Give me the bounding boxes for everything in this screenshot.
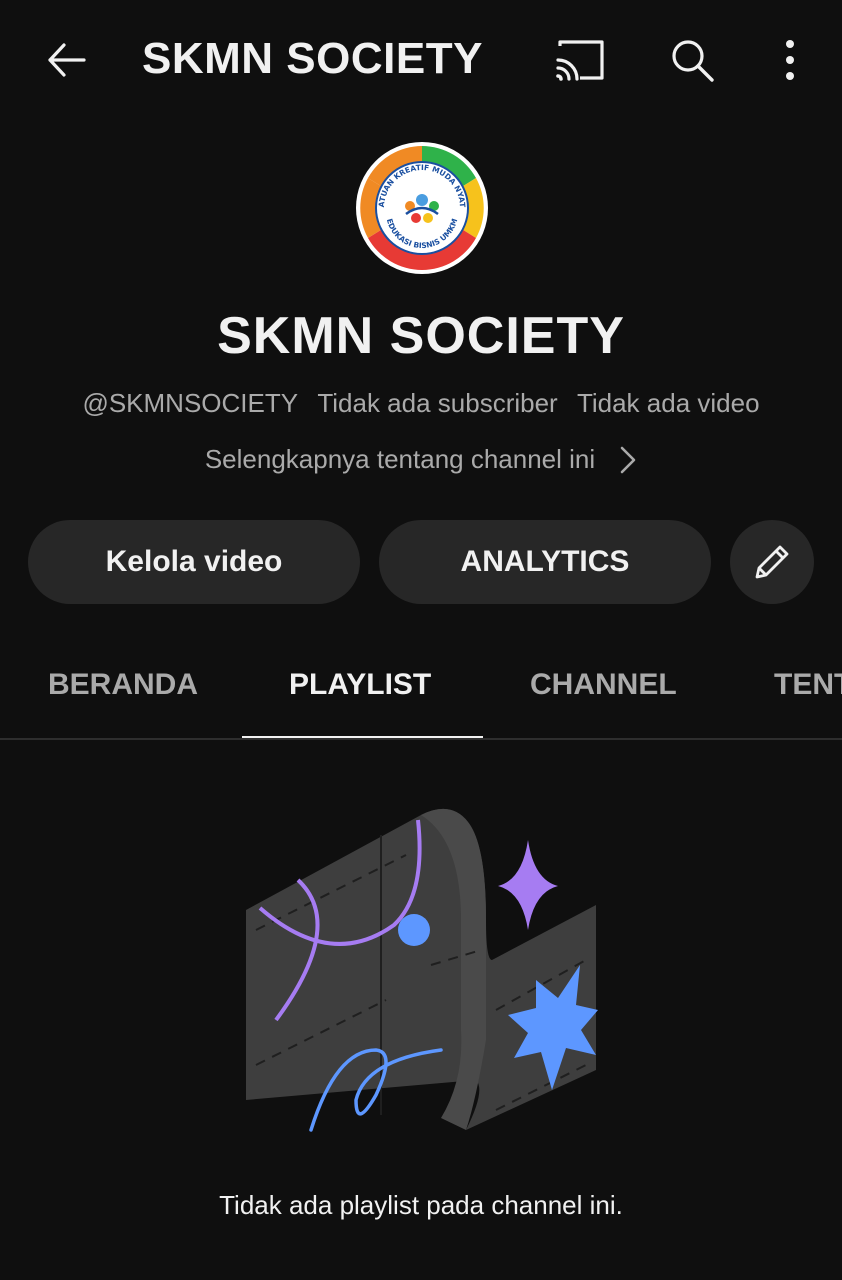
subscriber-count: Tidak ada subscriber bbox=[317, 388, 558, 418]
channel-avatar[interactable]: SATUAN KREATIF MUDA NYATA EDUKASI BISNIS… bbox=[356, 142, 488, 274]
empty-playlist-illustration bbox=[236, 800, 606, 1140]
page-title: SKMN SOCIETY bbox=[142, 34, 483, 83]
arrow-back-icon[interactable] bbox=[36, 30, 96, 90]
tab-channel[interactable]: CHANNEL bbox=[530, 668, 677, 702]
chevron-right-icon bbox=[619, 445, 637, 475]
about-channel-link[interactable]: Selengkapnya tentang channel ini bbox=[0, 444, 842, 475]
tab-tentang[interactable]: TENT bbox=[774, 668, 842, 702]
channel-handle: @SKMNSOCIETY bbox=[82, 388, 299, 418]
more-vert-icon[interactable] bbox=[760, 30, 820, 90]
about-channel-label: Selengkapnya tentang channel ini bbox=[204, 444, 596, 474]
top-app-bar: SKMN SOCIETY bbox=[0, 0, 842, 120]
search-icon[interactable] bbox=[662, 30, 722, 90]
channel-tabs: BERANDA PLAYLIST CHANNEL TENT bbox=[0, 640, 842, 740]
empty-state-message: Tidak ada playlist pada channel ini. bbox=[219, 1190, 623, 1220]
tab-playlist[interactable]: PLAYLIST bbox=[289, 668, 431, 702]
edit-channel-button[interactable] bbox=[730, 520, 814, 604]
channel-meta: @SKMNSOCIETY Tidak ada subscriber Tidak … bbox=[0, 388, 842, 419]
cast-icon[interactable] bbox=[548, 30, 612, 90]
channel-logo: SATUAN KREATIF MUDA NYATA EDUKASI BISNIS… bbox=[356, 142, 486, 272]
pencil-icon bbox=[755, 545, 789, 579]
analytics-button[interactable]: ANALYTICS bbox=[379, 520, 711, 604]
video-count: Tidak ada video bbox=[576, 388, 760, 418]
manage-videos-button[interactable]: Kelola video bbox=[28, 520, 360, 604]
tab-beranda[interactable]: BERANDA bbox=[48, 668, 198, 702]
tabs-divider bbox=[0, 738, 842, 740]
channel-name: SKMN SOCIETY bbox=[217, 307, 625, 365]
